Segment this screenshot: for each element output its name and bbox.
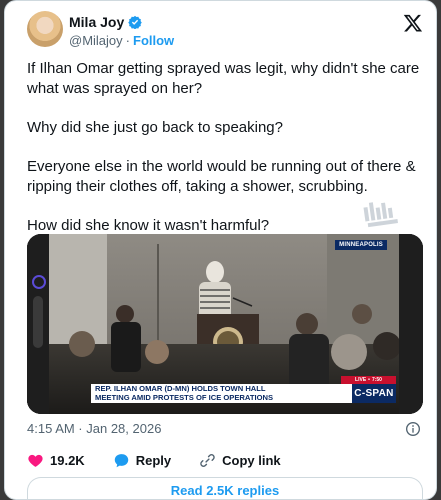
follow-button[interactable]: Follow	[133, 33, 174, 48]
read-replies-button[interactable]: Read 2.5K replies	[27, 477, 423, 499]
copy-link-label: Copy link	[222, 453, 281, 468]
reply-icon	[114, 454, 128, 468]
reply-button[interactable]: Reply	[113, 452, 171, 469]
tweet-card: Mila Joy @Milajoy · Follow If Ilhan Omar…	[4, 0, 437, 500]
author-name[interactable]: Mila Joy	[69, 14, 124, 30]
likes-count: 19.2K	[50, 453, 85, 468]
separator-dot: ·	[125, 33, 130, 48]
location-tag: MINNEAPOLIS	[335, 240, 387, 250]
live-badge: LIVE • 7:50	[341, 376, 396, 384]
meta-row: 4:15 AM · Jan 28, 2026	[27, 421, 423, 436]
watermark-logo	[359, 196, 408, 238]
author-name-row: Mila Joy	[69, 14, 143, 30]
live-dot: •	[368, 377, 370, 383]
live-time: 7:50	[371, 377, 382, 383]
heart-icon	[28, 454, 43, 467]
avatar[interactable]	[27, 11, 63, 47]
network-logo: C-SPAN	[352, 384, 396, 403]
tweet-paragraph: Everyone else in the world would be runn…	[27, 157, 416, 195]
link-icon	[200, 454, 215, 467]
author-handle-row: @Milajoy · Follow	[69, 33, 174, 48]
video-player[interactable]: MINNEAPOLIS LIVE • 7:50 REP. ILHAN OMAR …	[27, 234, 423, 414]
chyron-line: MEETING AMID PROTESTS OF ICE OPERATIONS	[95, 392, 274, 402]
chyron: REP. ILHAN OMAR (D-MN) HOLDS TOWN HALL M…	[91, 384, 396, 403]
reply-label: Reply	[135, 453, 172, 468]
info-icon[interactable]	[405, 421, 421, 437]
verified-badge-icon	[128, 15, 143, 29]
author-handle[interactable]: @Milajoy	[69, 33, 123, 48]
tweet-paragraph: If Ilhan Omar getting sprayed was legit,…	[27, 60, 420, 97]
chyron-text: REP. ILHAN OMAR (D-MN) HOLDS TOWN HALL M…	[91, 384, 352, 403]
like-button[interactable]: 19.2K	[27, 452, 85, 469]
tweet-paragraph: Why did she just go back to speaking?	[27, 118, 283, 136]
read-replies-label: Read 2.5K replies	[170, 483, 280, 498]
timestamp[interactable]: 4:15 AM · Jan 28, 2026	[27, 421, 161, 436]
live-label: LIVE	[355, 377, 367, 383]
x-logo-icon[interactable]	[403, 13, 423, 33]
action-bar: 19.2K Reply Copy link	[27, 452, 309, 469]
copy-link-button[interactable]: Copy link	[199, 452, 281, 469]
